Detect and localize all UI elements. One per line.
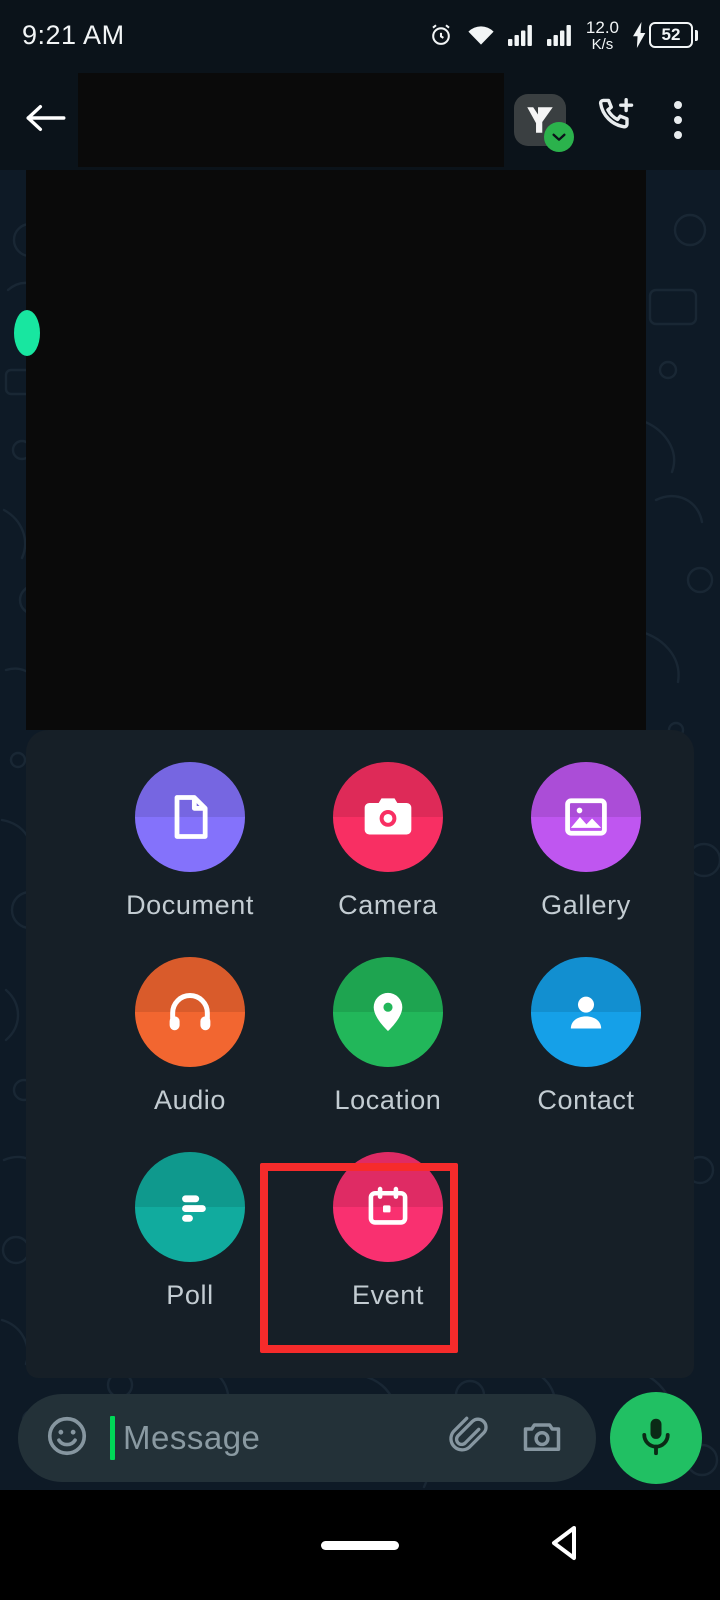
composer-bar: Message [0, 1386, 720, 1490]
attachment-label: Camera [338, 890, 438, 920]
battery-percent: 52 [661, 25, 681, 44]
attachment-label: Contact [537, 1085, 635, 1115]
add-call-button[interactable] [594, 96, 638, 145]
kebab-dot [674, 131, 682, 139]
attachment-panel: Document Camera Gallery Audio Location C… [26, 730, 694, 1378]
system-nav-bar [0, 1490, 720, 1600]
camera-icon[interactable] [520, 1414, 564, 1463]
battery-tip [695, 29, 698, 41]
battery-status: 52 [632, 22, 698, 48]
attachment-item-gallery[interactable]: Gallery [504, 762, 668, 921]
attachment-item-poll[interactable]: Poll [108, 1152, 272, 1311]
voice-message-button[interactable] [610, 1392, 702, 1484]
attachment-label: Document [126, 890, 254, 920]
location-bubble[interactable] [333, 957, 443, 1067]
attachment-item-audio[interactable]: Audio [108, 957, 272, 1116]
composer-icons [448, 1414, 570, 1463]
attachment-item-contact[interactable]: Contact [504, 957, 668, 1116]
overflow-menu-button[interactable] [666, 95, 690, 145]
status-icons: 12.0 K/s 52 [428, 19, 698, 52]
status-time: 9:21 AM [22, 19, 125, 50]
wifi-icon [467, 24, 495, 46]
attachment-label: Event [351, 1280, 425, 1310]
attachment-label: Audio [153, 1085, 227, 1115]
arrow-left-icon [25, 101, 67, 140]
battery-icon: 52 [649, 22, 693, 48]
app-bar-actions [514, 94, 702, 152]
attachment-row: Poll Event [26, 1152, 694, 1311]
contact-bubble[interactable] [531, 957, 641, 1067]
headphones-bubble[interactable] [135, 957, 245, 1067]
nav-back-button[interactable] [542, 1519, 590, 1572]
attachment-row: Document Camera Gallery [26, 762, 694, 921]
attachment-item-document[interactable]: Document [108, 762, 272, 921]
microphone-icon [634, 1414, 678, 1463]
attachment-label: Location [334, 1085, 442, 1115]
attachment-item-location[interactable]: Location [306, 957, 470, 1116]
attachment-row: Audio Location Contact [26, 957, 694, 1116]
attachment-item-event[interactable]: Event [306, 1152, 470, 1311]
event-bubble[interactable] [333, 1152, 443, 1262]
message-input[interactable]: Message [18, 1394, 596, 1482]
kebab-dot [674, 116, 682, 124]
status-bar: 9:21 AM 12.0 K/s 52 [0, 0, 720, 70]
network-speed: 12.0 K/s [586, 19, 619, 52]
contact-name-redacted[interactable] [78, 73, 504, 167]
phone-screen: 9:21 AM 12.0 K/s 52 Document Camera Gall… [0, 0, 720, 1600]
attach-icon[interactable] [448, 1415, 490, 1462]
document-bubble[interactable] [135, 762, 245, 872]
emoji-icon[interactable] [44, 1413, 90, 1464]
text-cursor [110, 1416, 115, 1460]
back-button[interactable] [18, 101, 74, 140]
attachment-item-camera[interactable]: Camera [306, 762, 470, 921]
alarm-icon [428, 22, 454, 48]
green-check-badge [544, 122, 574, 152]
home-indicator[interactable] [321, 1540, 399, 1550]
chat-content-redacted [26, 170, 646, 730]
app-bar [0, 70, 720, 170]
signal-sim2-icon [546, 24, 573, 46]
network-speed-value: 12.0 [585, 17, 619, 37]
attachment-label: Gallery [541, 890, 631, 920]
charging-bolt-icon [632, 22, 647, 48]
app-shortcut-button[interactable] [514, 94, 574, 152]
network-speed-unit: K/s [591, 35, 614, 53]
gallery-bubble[interactable] [531, 762, 641, 872]
kebab-dot [674, 101, 682, 109]
contact-avatar-indicator [14, 310, 40, 356]
attachment-label: Poll [166, 1280, 214, 1310]
camera-bubble[interactable] [333, 762, 443, 872]
attachment-grid: Document Camera Gallery Audio Location C… [26, 762, 694, 1311]
signal-sim1-icon [507, 24, 534, 46]
message-placeholder[interactable]: Message [123, 1419, 448, 1457]
poll-bubble[interactable] [135, 1152, 245, 1262]
